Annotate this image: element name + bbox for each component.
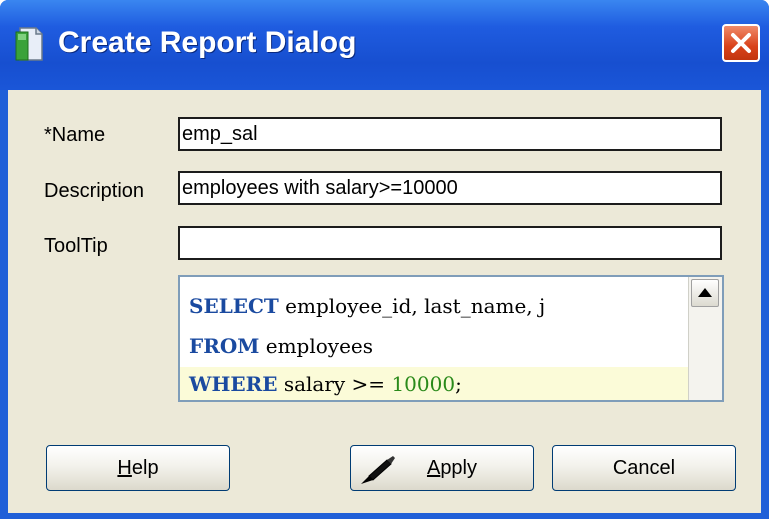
sql-where-condition: salary >= xyxy=(277,372,392,396)
help-button[interactable]: Help xyxy=(46,445,230,491)
description-input[interactable]: employees with salary>=10000 xyxy=(178,171,722,205)
apply-label: pply xyxy=(440,457,478,479)
scroll-up-button[interactable] xyxy=(691,279,719,307)
dialog-bottom-border xyxy=(0,513,769,519)
sql-keyword-from: FROM xyxy=(189,334,260,358)
scroll-up-arrow-icon xyxy=(698,288,712,297)
sql-keyword-select: SELECT xyxy=(189,294,279,318)
vertical-scrollbar[interactable] xyxy=(688,277,722,400)
apply-button[interactable]: Apply xyxy=(350,445,534,491)
close-icon xyxy=(731,33,751,53)
sql-keyword-where: WHERE xyxy=(189,372,278,396)
title-bar[interactable]: Create Report Dialog xyxy=(0,0,769,90)
report-icon xyxy=(15,27,43,61)
help-label: elp xyxy=(131,457,159,479)
description-label: Description xyxy=(44,180,145,202)
sql-line-where: WHERE salary >= 10000; xyxy=(180,367,688,400)
sql-editor[interactable]: SELECT employee_id, last_name, j FROM em… xyxy=(178,275,724,402)
sql-select-columns: employee_id, last_name, j xyxy=(278,294,546,318)
apply-mnemonic: A xyxy=(426,457,441,479)
sql-line-select: SELECT employee_id, last_name, j xyxy=(180,289,688,323)
create-report-dialog: Create Report Dialog *Name emp_sal Descr… xyxy=(0,0,769,519)
pen-cursor-icon xyxy=(361,456,395,484)
sql-line-from: FROM employees xyxy=(180,329,688,363)
tooltip-input[interactable] xyxy=(178,226,722,260)
tooltip-label: ToolTip xyxy=(44,235,108,257)
cancel-button[interactable]: Cancel xyxy=(552,445,736,491)
dialog-title: Create Report Dialog xyxy=(58,26,357,59)
sql-from-table: employees xyxy=(259,334,374,358)
sql-semicolon: ; xyxy=(455,372,462,396)
sql-number-literal: 10000 xyxy=(391,372,456,396)
sql-text-area[interactable]: SELECT employee_id, last_name, j FROM em… xyxy=(180,277,688,400)
name-input[interactable]: emp_sal xyxy=(178,117,722,151)
close-button[interactable] xyxy=(722,24,760,62)
help-mnemonic: H xyxy=(117,457,132,479)
name-label: *Name xyxy=(44,124,106,146)
